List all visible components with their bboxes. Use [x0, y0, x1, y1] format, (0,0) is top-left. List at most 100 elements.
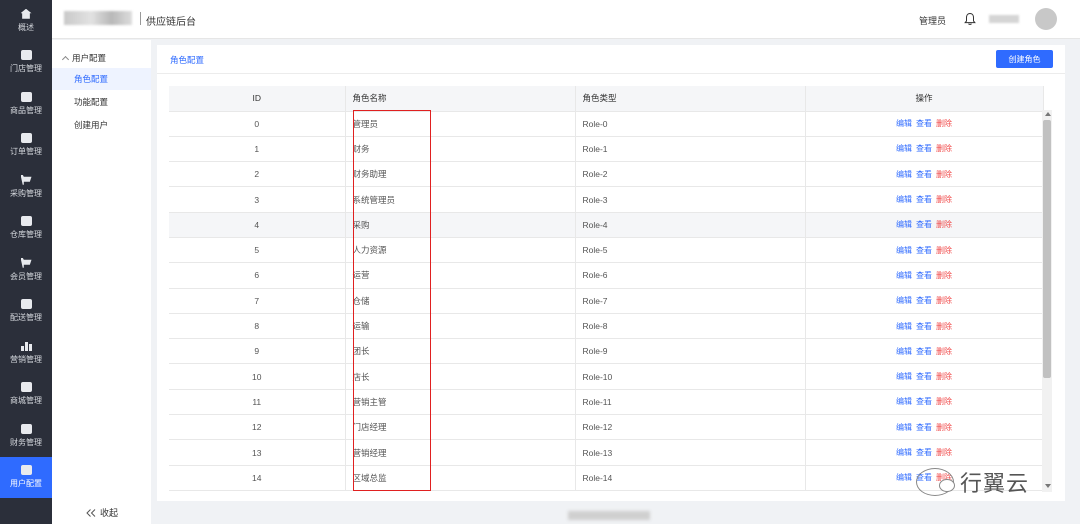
table-row[interactable]: 4 采购 Role-4 编辑 查看 删除 — [169, 212, 1044, 238]
view-link[interactable]: 查看 — [916, 246, 932, 255]
table-row[interactable]: 0 管理员 Role-0 编辑 查看 删除 — [169, 111, 1044, 137]
view-link[interactable]: 查看 — [916, 271, 932, 280]
table-row[interactable]: 2 财务助理 Role-2 编辑 查看 删除 — [169, 161, 1044, 188]
edit-link[interactable]: 编辑 — [896, 397, 912, 406]
delete-link[interactable]: 删除 — [936, 271, 952, 280]
edit-link[interactable]: 编辑 — [896, 119, 912, 128]
delete-link[interactable]: 删除 — [936, 347, 952, 356]
edit-link[interactable]: 编辑 — [896, 423, 912, 432]
edit-link[interactable]: 编辑 — [896, 195, 912, 204]
view-link[interactable]: 查看 — [916, 220, 932, 229]
edit-link[interactable]: 编辑 — [896, 170, 912, 179]
view-link[interactable]: 查看 — [916, 144, 932, 153]
view-link[interactable]: 查看 — [916, 448, 932, 457]
view-link[interactable]: 查看 — [916, 322, 932, 331]
sub-menu-group[interactable]: 用户配置 — [61, 52, 106, 64]
edit-link[interactable]: 编辑 — [896, 144, 912, 153]
delete-link[interactable]: 删除 — [936, 119, 952, 128]
collapse-button[interactable]: 收起 — [86, 506, 118, 519]
rail-item-4[interactable]: 采购管理 — [0, 166, 52, 208]
delete-link[interactable]: 删除 — [936, 448, 952, 457]
rail-item-3[interactable]: 订单管理 — [0, 125, 52, 167]
delete-link[interactable]: 删除 — [936, 220, 952, 229]
main-nav-rail: 概述 门店管理 商品管理 订单管理采购管理仓库管理 会员管理 配送管理 营销管理 商城管理 财务… — [0, 0, 52, 524]
rail-item-2[interactable]: 商品管理 — [0, 83, 52, 125]
rail-item-6[interactable]: 会员管理 — [0, 249, 52, 291]
edit-link[interactable]: 编辑 — [896, 246, 912, 255]
delete-link[interactable]: 删除 — [936, 423, 952, 432]
table-row[interactable]: 8 运输 Role-8 编辑 查看 删除 — [169, 313, 1044, 340]
view-link[interactable]: 查看 — [916, 170, 932, 179]
edit-link[interactable]: 编辑 — [896, 271, 912, 280]
edit-link[interactable]: 编辑 — [896, 448, 912, 457]
cell-role-type: Role-3 — [575, 186, 806, 213]
rail-item-7[interactable]: 配送管理 — [0, 291, 52, 333]
rail-item-10[interactable]: 财务管理 — [0, 415, 52, 457]
table-body: 0 管理员 Role-0 编辑 查看 删除 1 财务 Role-1 编辑 查看 删除 2 财务助理 Role… — [169, 111, 1044, 491]
table-row[interactable]: 5 人力资源 Role-5 编辑 查看 删除 — [169, 237, 1044, 264]
edit-link[interactable]: 编辑 — [896, 296, 912, 305]
cell-role-type: Role-13 — [575, 439, 806, 466]
cell-id: 1 — [169, 136, 346, 163]
logo-blurred — [64, 11, 132, 25]
create-role-button[interactable]: 创建角色 — [996, 50, 1053, 68]
rail-item-1[interactable]: 门店管理 — [0, 42, 52, 84]
bell-icon[interactable] — [964, 12, 976, 26]
scroll-up-arrow-icon[interactable] — [1045, 112, 1051, 116]
table-row[interactable]: 3 系统管理员 Role-3 编辑 查看 删除 — [169, 186, 1044, 213]
sub-menu-item-function-config[interactable]: 功能配置 — [52, 91, 151, 113]
username-blurred[interactable] — [989, 15, 1019, 23]
cell-actions: 编辑 查看 删除 — [805, 389, 1044, 416]
cell-actions: 编辑 查看 删除 — [805, 313, 1044, 340]
cell-actions: 编辑 查看 删除 — [805, 439, 1044, 466]
rail-item-11[interactable]: 用户配置 — [0, 456, 52, 498]
view-link[interactable]: 查看 — [916, 397, 932, 406]
view-link[interactable]: 查看 — [916, 347, 932, 356]
scroll-down-arrow-icon[interactable] — [1045, 484, 1051, 488]
chevron-up-icon — [61, 55, 70, 64]
cell-actions: 编辑 查看 删除 — [805, 414, 1044, 441]
delete-link[interactable]: 删除 — [936, 144, 952, 153]
cell-id: 11 — [169, 389, 346, 416]
delete-link[interactable]: 删除 — [936, 195, 952, 204]
rail-item-0[interactable]: 概述 — [0, 0, 52, 42]
edit-link[interactable]: 编辑 — [896, 220, 912, 229]
rail-item-5[interactable]: 仓库管理 — [0, 208, 52, 250]
table-row[interactable]: 1 财务 Role-1 编辑 查看 删除 — [169, 136, 1044, 163]
product-icon — [20, 91, 32, 102]
table-row[interactable]: 11 营销主管 Role-11 编辑 查看 删除 — [169, 389, 1044, 416]
rail-item-label: 采购管理 — [10, 188, 42, 198]
view-link[interactable]: 查看 — [916, 119, 932, 128]
table-row[interactable]: 6 运营 Role-6 编辑 查看 删除 — [169, 262, 1044, 289]
table-row[interactable]: 9 团长 Role-9 编辑 查看 删除 — [169, 338, 1044, 365]
edit-link[interactable]: 编辑 — [896, 372, 912, 381]
delete-link[interactable]: 删除 — [936, 397, 952, 406]
table-scrollbar-thumb[interactable] — [1043, 120, 1051, 378]
rail-item-8[interactable]: 营销管理 — [0, 332, 52, 374]
table-row[interactable]: 12 门店经理 Role-12 编辑 查看 删除 — [169, 414, 1044, 441]
view-link[interactable]: 查看 — [916, 372, 932, 381]
table-row[interactable]: 7 仓储 Role-7 编辑 查看 删除 — [169, 288, 1044, 314]
avatar[interactable] — [1035, 8, 1057, 30]
delete-link[interactable]: 删除 — [936, 246, 952, 255]
table-row[interactable]: 10 店长 Role-10 编辑 查看 删除 — [169, 363, 1044, 390]
cell-role-name: 运营 — [345, 262, 576, 289]
delete-link[interactable]: 删除 — [936, 372, 952, 381]
delete-link[interactable]: 删除 — [936, 296, 952, 305]
shop-icon — [20, 382, 32, 393]
delete-link[interactable]: 删除 — [936, 322, 952, 331]
view-link[interactable]: 查看 — [916, 195, 932, 204]
view-link[interactable]: 查看 — [916, 296, 932, 305]
table-row[interactable]: 14 区域总监 Role-14 编辑 查看 删除 — [169, 465, 1044, 491]
edit-link[interactable]: 编辑 — [896, 473, 912, 482]
rail-item-9[interactable]: 商城管理 — [0, 374, 52, 416]
user-role-label[interactable]: 管理员 — [919, 14, 946, 27]
breadcrumb[interactable]: 角色配置 — [170, 54, 204, 66]
sub-menu-item-create-user[interactable]: 创建用户 — [52, 114, 151, 136]
view-link[interactable]: 查看 — [916, 423, 932, 432]
edit-link[interactable]: 编辑 — [896, 322, 912, 331]
edit-link[interactable]: 编辑 — [896, 347, 912, 356]
sub-menu-item-role-config[interactable]: 角色配置 — [52, 68, 151, 90]
table-row[interactable]: 13 营销经理 Role-13 编辑 查看 删除 — [169, 439, 1044, 466]
delete-link[interactable]: 删除 — [936, 170, 952, 179]
